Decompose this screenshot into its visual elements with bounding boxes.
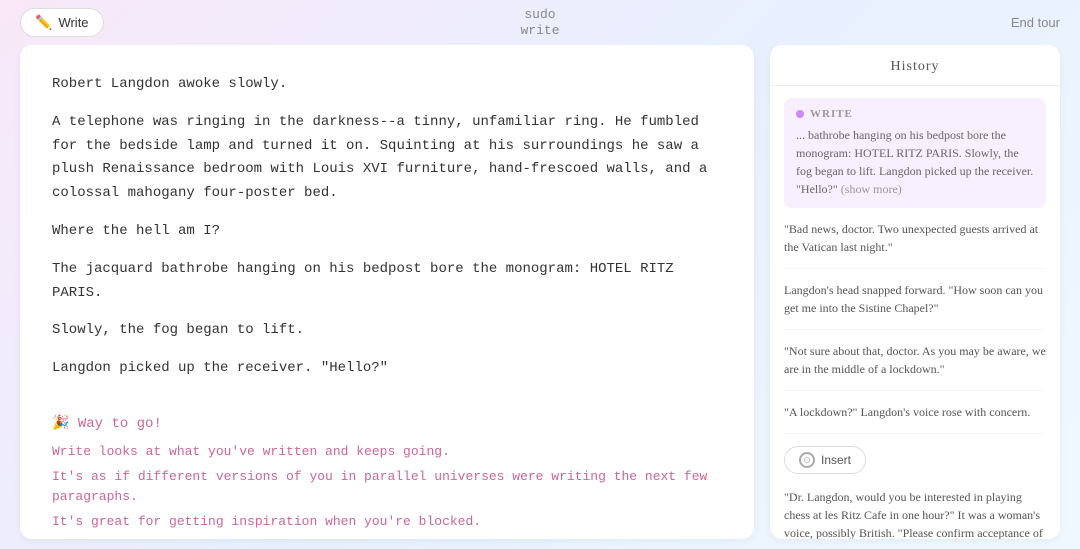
- write-label-text: WRITE: [810, 108, 853, 120]
- insert-label-1: Insert: [821, 453, 851, 467]
- write-label: WRITE: [796, 108, 1034, 120]
- tip-title: 🎉 Way to go!: [52, 415, 722, 432]
- tip-line-2: It's as if different versions of you in …: [52, 467, 722, 506]
- logo-text: sudo write: [520, 7, 559, 38]
- paragraph-6: Langdon picked up the receiver. "Hello?": [52, 357, 722, 381]
- history-item-4: "A lockdown?" Langdon's voice rose with …: [784, 403, 1046, 434]
- paragraph-2: A telephone was ringing in the darkness-…: [52, 111, 722, 206]
- tip-section: 🎉 Way to go! Write looks at what you've …: [52, 405, 722, 539]
- logo: sudo write: [520, 7, 559, 38]
- write-label-dot: [796, 110, 804, 118]
- paragraph-5: Slowly, the fog began to lift.: [52, 319, 722, 343]
- history-panel: History WRITE ... bathrobe hanging on hi…: [770, 45, 1060, 539]
- write-block: WRITE ... bathrobe hanging on his bedpos…: [784, 98, 1046, 208]
- history-item-2: Langdon's head snapped forward. "How soo…: [784, 281, 1046, 330]
- insert-button-1[interactable]: ⊙ Insert: [784, 446, 866, 474]
- write-block-text: ... bathrobe hanging on his bedpost bore…: [796, 126, 1034, 198]
- pen-icon: ✏️: [35, 14, 52, 31]
- write-button[interactable]: ✏️ Write: [20, 8, 104, 37]
- main-content: Robert Langdon awoke slowly. A telephone…: [0, 45, 1080, 549]
- paragraph-1: Robert Langdon awoke slowly.: [52, 73, 722, 97]
- history-content: WRITE ... bathrobe hanging on his bedpos…: [770, 86, 1060, 539]
- history-item-5: "Dr. Langdon, would you be interested in…: [784, 488, 1046, 539]
- logo-line2: write: [520, 23, 559, 39]
- end-tour-button[interactable]: End tour: [1011, 15, 1060, 30]
- paragraph-3: Where the hell am I?: [52, 220, 722, 244]
- logo-line1: sudo: [520, 7, 559, 23]
- write-button-label: Write: [58, 15, 88, 30]
- history-item-1: "Bad news, doctor. Two unexpected guests…: [784, 220, 1046, 269]
- show-more-link[interactable]: (show more): [841, 182, 902, 196]
- insert-icon-1: ⊙: [799, 452, 815, 468]
- editor-panel: Robert Langdon awoke slowly. A telephone…: [20, 45, 754, 539]
- paragraph-4: The jacquard bathrobe hanging on his bed…: [52, 258, 722, 306]
- write-block-preview: ... bathrobe hanging on his bedpost bore…: [796, 128, 1033, 196]
- history-item-3: "Not sure about that, doctor. As you may…: [784, 342, 1046, 391]
- history-title: History: [770, 45, 1060, 86]
- header: ✏️ Write sudo write End tour: [0, 0, 1080, 45]
- tip-line-3: It's great for getting inspiration when …: [52, 512, 722, 532]
- editor-text: Robert Langdon awoke slowly. A telephone…: [52, 73, 722, 381]
- tip-line-1: Write looks at what you've written and k…: [52, 442, 722, 462]
